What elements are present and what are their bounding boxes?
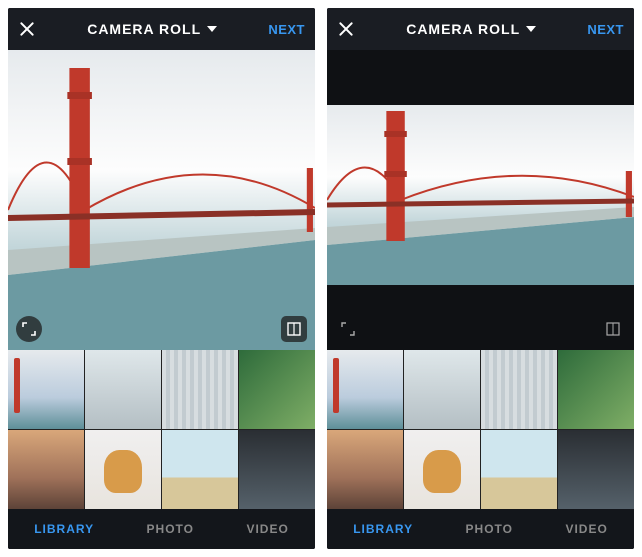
preview-image <box>327 105 634 285</box>
tab-photo[interactable]: PHOTO <box>466 522 513 536</box>
next-button[interactable]: NEXT <box>587 22 624 37</box>
thumbnail[interactable] <box>481 350 557 429</box>
camera-roll-dropdown[interactable]: CAMERA ROLL <box>406 21 536 37</box>
close-icon[interactable] <box>337 20 355 38</box>
chevron-down-icon <box>526 26 536 32</box>
thumbnail-gallery <box>8 350 315 509</box>
phone-screen-square-crop: CAMERA ROLL NEXT <box>8 8 315 549</box>
thumbnail[interactable] <box>558 350 634 429</box>
header-title: CAMERA ROLL <box>87 21 201 37</box>
thumbnail[interactable] <box>239 350 315 429</box>
top-bar: CAMERA ROLL NEXT <box>8 8 315 50</box>
thumbnail[interactable] <box>558 430 634 509</box>
thumbnail[interactable] <box>8 430 84 509</box>
thumbnail[interactable] <box>239 430 315 509</box>
thumbnail[interactable] <box>481 430 557 509</box>
thumbnail-gallery <box>327 350 634 509</box>
camera-roll-dropdown[interactable]: CAMERA ROLL <box>87 21 217 37</box>
top-bar: CAMERA ROLL NEXT <box>327 8 634 50</box>
thumbnail[interactable] <box>85 430 161 509</box>
thumbnail[interactable] <box>404 430 480 509</box>
tab-library[interactable]: LIBRARY <box>353 522 413 536</box>
bottom-tab-bar: LIBRARY PHOTO VIDEO <box>8 509 315 549</box>
thumbnail[interactable] <box>327 430 403 509</box>
photo-preview[interactable] <box>327 50 634 350</box>
thumbnail[interactable] <box>8 350 84 429</box>
chevron-down-icon <box>207 26 217 32</box>
crop-toggle-icon[interactable] <box>281 316 307 342</box>
tab-library[interactable]: LIBRARY <box>34 522 94 536</box>
preview-image <box>8 50 315 350</box>
thumbnail[interactable] <box>162 350 238 429</box>
expand-icon[interactable] <box>16 316 42 342</box>
thumbnail[interactable] <box>327 350 403 429</box>
thumbnail[interactable] <box>404 350 480 429</box>
thumbnail[interactable] <box>162 430 238 509</box>
phone-screen-wide-crop: CAMERA ROLL NEXT <box>327 8 634 549</box>
photo-preview[interactable] <box>8 50 315 350</box>
header-title: CAMERA ROLL <box>406 21 520 37</box>
thumbnail[interactable] <box>85 350 161 429</box>
next-button[interactable]: NEXT <box>268 22 305 37</box>
tab-photo[interactable]: PHOTO <box>147 522 194 536</box>
expand-icon[interactable] <box>335 316 361 342</box>
crop-toggle-icon[interactable] <box>600 316 626 342</box>
tab-video[interactable]: VIDEO <box>246 522 288 536</box>
close-icon[interactable] <box>18 20 36 38</box>
bottom-tab-bar: LIBRARY PHOTO VIDEO <box>327 509 634 549</box>
tab-video[interactable]: VIDEO <box>565 522 607 536</box>
